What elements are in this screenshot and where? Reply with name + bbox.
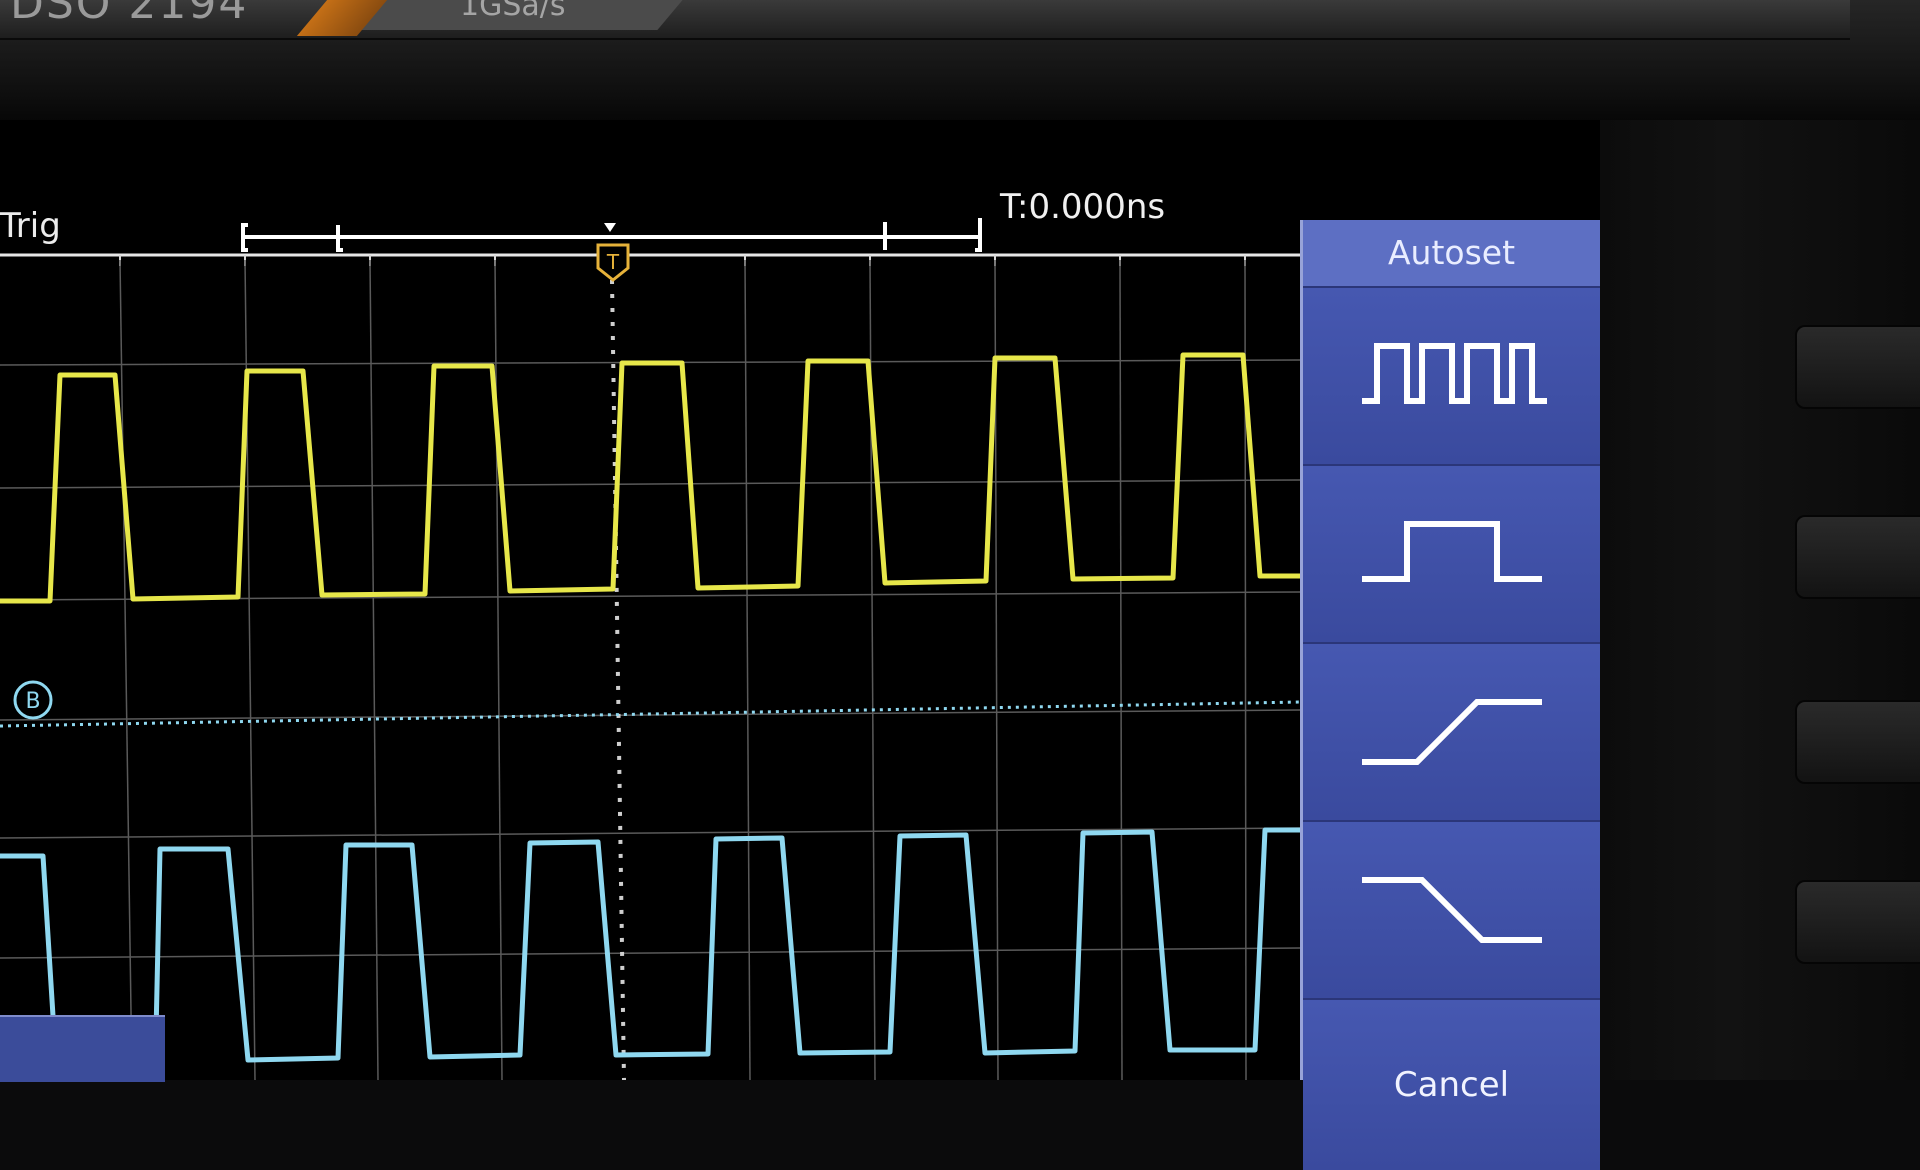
bottom-channel-tab[interactable] (0, 1015, 165, 1082)
autoset-single-period-button[interactable] (1303, 464, 1600, 642)
autoset-menu-title: Autoset (1303, 220, 1600, 286)
autoset-falling-edge-button[interactable] (1303, 820, 1600, 998)
svg-text:T: T (606, 250, 620, 274)
autoset-rising-edge-button[interactable] (1303, 642, 1600, 820)
multi-period-square-wave-icon (1361, 343, 1547, 404)
falling-edge-icon (1361, 877, 1542, 943)
softkey-2[interactable] (1795, 515, 1920, 599)
single-period-pulse-icon (1361, 521, 1542, 582)
graticule-lines (0, 259, 1301, 1080)
softkey-4[interactable] (1795, 880, 1920, 964)
softkey-1[interactable] (1795, 325, 1920, 409)
model-plate: DSO 2194 1GSa/s (0, 0, 1850, 40)
autoset-cancel-button[interactable]: Cancel (1303, 998, 1600, 1170)
model-label: DSO 2194 (10, 0, 249, 29)
autoset-menu: Autoset Cancel (1300, 220, 1600, 1170)
top-bezel: DSO 2194 1GSa/s (0, 0, 1920, 120)
autoset-multi-period-button[interactable] (1303, 286, 1600, 464)
softkey-3[interactable] (1795, 700, 1920, 784)
ch2-waveform (0, 827, 1300, 1080)
graticule-ticks (119, 255, 1246, 266)
rising-edge-icon (1361, 699, 1542, 765)
ch2-reference-trace (0, 700, 1301, 728)
channel-b-marker-label: B (25, 689, 40, 714)
ch1-waveform (0, 352, 1300, 604)
sample-rate-label: 1GSa/s (460, 0, 566, 23)
